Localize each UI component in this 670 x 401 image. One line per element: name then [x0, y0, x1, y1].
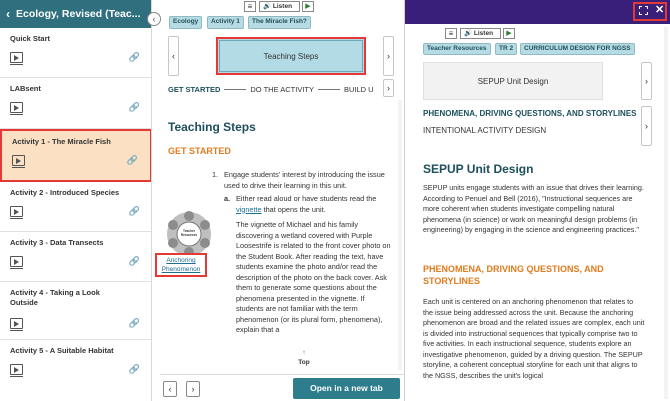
tab-do-activity[interactable]: DO THE ACTIVITY: [250, 85, 314, 94]
sidebar-item-labsent[interactable]: LABsent 🔗: [0, 78, 151, 129]
sub-step-b: The vignette of Michael and his family d…: [236, 220, 391, 334]
link-icon[interactable]: 🔗: [127, 155, 138, 166]
sidebar-item-activity-3[interactable]: Activity 3 - Data Transects 🔗: [0, 232, 151, 282]
breadcrumb-teacher-resources[interactable]: Teacher Resources: [423, 43, 491, 55]
breadcrumb-curriculum-design[interactable]: CURRICULUM DESIGN FOR NGSS: [520, 43, 635, 55]
listen-label: Listen: [473, 30, 494, 37]
play-icon[interactable]: ▶: [503, 28, 515, 39]
breadcrumb-miracle-fish[interactable]: The Miracle Fish?: [248, 16, 311, 29]
anchoring-phenomenon-link[interactable]: Anchoring Phenomenon: [155, 253, 207, 277]
menu-icon[interactable]: ≡: [244, 1, 256, 12]
video-icon: [12, 155, 25, 168]
breadcrumb-activity-1[interactable]: Activity 1: [207, 16, 244, 29]
resource-header: ✕: [405, 0, 670, 24]
content-scrollbar[interactable]: [398, 100, 402, 370]
section-list-arrow[interactable]: ›: [641, 106, 652, 146]
sidebar-item-label: Activity 1 - The Miracle Fish: [12, 137, 111, 146]
lesson-panel: ≡ 🔊 Listen ▶ Ecology Activity 1 The Mira…: [160, 0, 404, 401]
resource-paragraph-2: Each unit is centered on an anchoring ph…: [423, 297, 645, 380]
section-link-phenomena[interactable]: PHENOMENA, DRIVING QUESTIONS, AND STORYL…: [423, 109, 637, 118]
resource-scrollbar[interactable]: [664, 27, 668, 399]
sidebar: ‹ Ecology, Revised (Teac... Quick Start …: [0, 0, 152, 401]
unit-design-box[interactable]: SEPUP Unit Design: [423, 62, 603, 100]
link-icon[interactable]: 🔗: [129, 102, 140, 113]
panel-controls: ✕: [633, 2, 667, 21]
sidebar-item-label: Activity 5 - A Suitable Habitat: [10, 346, 114, 355]
sidebar-header: ‹ Ecology, Revised (Teac...: [0, 0, 151, 28]
page-title: Teaching Steps: [168, 120, 256, 134]
next-section-arrow[interactable]: ›: [641, 62, 652, 100]
sidebar-item-label: LABsent: [10, 84, 41, 93]
listen-button[interactable]: 🔊 Listen: [259, 1, 300, 12]
listen-button[interactable]: 🔊 Listen: [460, 28, 501, 39]
section-link-activity-design[interactable]: INTENTIONAL ACTIVITY DESIGN: [423, 126, 546, 135]
prev-step-arrow[interactable]: ‹: [168, 36, 179, 76]
next-step-arrow[interactable]: ›: [383, 36, 394, 76]
teacher-resources-hub-icon: Teacher Resources: [166, 211, 212, 257]
lesson-footer: ‹ › Open in a new tab: [160, 374, 404, 401]
sub-step-a-text-end: that opens the unit.: [263, 204, 326, 214]
next-page-button[interactable]: ›: [186, 381, 200, 397]
listen-label: Listen: [272, 3, 293, 10]
sidebar-collapse-button[interactable]: ‹: [147, 12, 161, 26]
back-to-top-button[interactable]: ↑ Top: [296, 348, 312, 372]
chevron-left-icon[interactable]: ‹: [6, 8, 10, 20]
tab-divider: [224, 88, 247, 90]
sidebar-item-activity-4[interactable]: Activity 4 - Taking a Look Outside 🔗: [0, 282, 151, 340]
sub-step-a: Either read aloud or have students read …: [236, 194, 394, 215]
video-icon: [10, 206, 23, 219]
tabs-next-arrow[interactable]: ›: [383, 79, 394, 97]
step-tabs: GET STARTED DO THE ACTIVITY BUILD U: [168, 84, 374, 94]
expand-icon[interactable]: [639, 6, 648, 15]
list-letter: a.: [224, 194, 231, 203]
link-icon[interactable]: 🔗: [129, 52, 140, 63]
breadcrumb-tr2[interactable]: TR 2: [495, 43, 518, 55]
sidebar-item-label: Quick Start: [10, 34, 51, 43]
vignette-link[interactable]: vignette: [236, 205, 262, 214]
list-number: 1.: [212, 170, 219, 179]
video-icon: [10, 102, 23, 115]
hub-label: Teacher Resources: [180, 229, 198, 237]
link-icon[interactable]: 🔗: [129, 318, 140, 329]
sidebar-title: Ecology, Revised (Teac...: [16, 8, 141, 20]
sidebar-item-activity-1[interactable]: Activity 1 - The Miracle Fish 🔗: [0, 129, 151, 182]
breadcrumb-ecology[interactable]: Ecology: [169, 16, 203, 29]
link-icon[interactable]: 🔗: [129, 256, 140, 267]
sidebar-item-activity-2[interactable]: Activity 2 - Introduced Species 🔗: [0, 182, 151, 232]
tab-build-understanding[interactable]: BUILD U: [344, 85, 374, 94]
sidebar-item-label: Activity 4 - Taking a Look Outside: [10, 288, 100, 307]
link-icon[interactable]: 🔗: [129, 364, 140, 375]
section-heading: GET STARTED: [168, 146, 231, 156]
sidebar-item-quick-start[interactable]: Quick Start 🔗: [0, 28, 151, 78]
sidebar-item-label: Activity 2 - Introduced Species: [10, 188, 120, 197]
play-icon[interactable]: ▶: [302, 1, 314, 12]
step-paragraph: Engage students' interest by introducing…: [224, 170, 385, 190]
resource-title: SEPUP Unit Design: [423, 162, 534, 176]
video-icon: [10, 256, 23, 269]
top-label: Top: [298, 359, 310, 366]
tab-get-started[interactable]: GET STARTED: [168, 85, 220, 94]
sidebar-item-activity-5[interactable]: Activity 5 - A Suitable Habitat 🔗: [0, 340, 151, 401]
resource-panel: ✕ ≡ 🔊 Listen ▶ Teacher Resources TR 2 CU…: [404, 0, 670, 401]
prev-page-button[interactable]: ‹: [163, 381, 177, 397]
video-icon: [10, 318, 23, 331]
open-new-tab-button[interactable]: Open in a new tab: [293, 378, 400, 399]
sidebar-item-label: Activity 3 - Data Transects: [10, 238, 104, 247]
link-icon[interactable]: 🔗: [129, 206, 140, 217]
video-icon: [10, 52, 23, 65]
video-icon: [10, 364, 23, 377]
close-icon[interactable]: ✕: [655, 3, 664, 16]
sub-step-a-text: Either read aloud or have students read …: [236, 194, 377, 203]
resource-paragraph-1: SEPUP units engage students with an issu…: [423, 183, 644, 234]
tab-divider: [318, 88, 340, 90]
resource-section-heading: PHENOMENA, DRIVING QUESTIONS, AND STORYL…: [423, 264, 604, 286]
current-step-box[interactable]: Teaching Steps: [216, 37, 366, 75]
menu-icon[interactable]: ≡: [445, 28, 457, 39]
